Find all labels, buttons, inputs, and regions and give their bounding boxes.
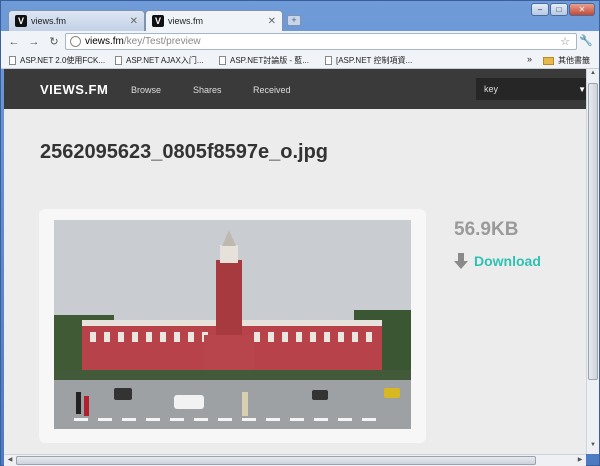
- minimize-button[interactable]: –: [531, 3, 549, 16]
- site-header: VIEWS.FM Browse Shares Received key ▼: [4, 69, 586, 109]
- key-select-value: key: [484, 84, 499, 94]
- scroll-left-arrow-icon[interactable]: ◀: [5, 455, 15, 465]
- bookmark-label: ASP.NET AJAX入门...: [126, 56, 204, 65]
- close-tab-icon[interactable]: ✕: [130, 16, 138, 27]
- page-viewport: VIEWS.FM Browse Shares Received key ▼ 25…: [4, 69, 586, 454]
- tab-views-fm-1[interactable]: V views.fm ✕: [8, 10, 145, 31]
- close-tab-icon[interactable]: ✕: [268, 16, 276, 27]
- views-favicon-icon: V: [152, 15, 164, 27]
- scroll-right-arrow-icon[interactable]: ▶: [575, 455, 585, 465]
- url-path: /key/Test/preview: [123, 36, 201, 47]
- site-logo[interactable]: VIEWS.FM: [40, 82, 108, 97]
- bookmark-label: [ASP.NET 控制項資...: [336, 56, 413, 65]
- page-title: 2562095623_0805f8597e_o.jpg: [40, 141, 329, 163]
- tab-strip: V views.fm ✕ V views.fm ✕ + – □ ✕: [1, 1, 600, 31]
- preview-image[interactable]: [54, 220, 411, 429]
- chevron-down-icon: ▼: [578, 85, 586, 94]
- star-icon[interactable]: ☆: [560, 35, 570, 48]
- bookmark-item[interactable]: ASP.NET討論版 - 藍...: [219, 55, 309, 66]
- scroll-thumb[interactable]: [16, 456, 536, 465]
- new-tab-button[interactable]: +: [287, 15, 301, 26]
- maximize-button[interactable]: □: [550, 3, 568, 16]
- globe-icon: [70, 36, 81, 47]
- nav-received-link[interactable]: Received: [253, 85, 291, 95]
- other-bookmarks-folder[interactable]: 其他書籤: [543, 55, 590, 66]
- bookmark-label: ASP.NET 2.0使用FCK...: [20, 56, 106, 65]
- bookmark-label: ASP.NET討論版 - 藍...: [230, 56, 309, 65]
- bookmarks-overflow-button[interactable]: »: [527, 54, 532, 64]
- browser-toolbar: ← → ↻ views.fm /key/Test/preview ☆ 🔧: [1, 31, 599, 52]
- nav-shares-link[interactable]: Shares: [193, 85, 222, 95]
- reload-button[interactable]: ↻: [47, 35, 61, 49]
- bookmark-item[interactable]: ASP.NET AJAX入门...: [115, 55, 204, 66]
- page-icon: [325, 56, 332, 65]
- tab-views-fm-2[interactable]: V views.fm ✕: [145, 10, 283, 31]
- bookmarks-bar: ASP.NET 2.0使用FCK... ASP.NET AJAX入门... AS…: [1, 52, 599, 69]
- wrench-icon[interactable]: 🔧: [579, 34, 593, 47]
- page-icon: [219, 56, 226, 65]
- vertical-scrollbar[interactable]: ▲ ▼: [586, 69, 599, 454]
- nav-browse-link[interactable]: Browse: [131, 85, 161, 95]
- key-select[interactable]: key ▼: [476, 78, 586, 100]
- url-host: views.fm: [85, 36, 124, 47]
- download-arrow-icon: [454, 253, 468, 269]
- browser-window: V views.fm ✕ V views.fm ✕ + – □ ✕ ← → ↻ …: [0, 0, 600, 466]
- views-favicon-icon: V: [15, 15, 27, 27]
- page-icon: [9, 56, 16, 65]
- image-preview-card: [39, 209, 426, 443]
- horizontal-scrollbar[interactable]: ◀ ▶: [4, 454, 586, 466]
- bookmark-item[interactable]: [ASP.NET 控制項資...: [325, 55, 412, 66]
- folder-icon: [543, 56, 554, 65]
- address-bar[interactable]: views.fm /key/Test/preview ☆: [65, 33, 577, 50]
- scroll-thumb[interactable]: [588, 83, 598, 380]
- tab-label: views.fm: [168, 16, 204, 26]
- scroll-up-arrow-icon[interactable]: ▲: [588, 70, 598, 81]
- close-window-button[interactable]: ✕: [569, 3, 595, 16]
- file-size: 56.9KB: [454, 219, 519, 240]
- window-controls: – □ ✕: [531, 3, 595, 16]
- forward-button[interactable]: →: [27, 35, 41, 49]
- tab-label: views.fm: [31, 16, 67, 26]
- bookmark-item[interactable]: ASP.NET 2.0使用FCK...: [9, 55, 105, 66]
- page-icon: [115, 56, 122, 65]
- other-bookmarks-label: 其他書籤: [558, 56, 590, 65]
- back-button[interactable]: ←: [7, 35, 21, 49]
- download-label: Download: [474, 253, 541, 269]
- download-link[interactable]: Download: [454, 253, 541, 269]
- scroll-down-arrow-icon[interactable]: ▼: [588, 442, 598, 453]
